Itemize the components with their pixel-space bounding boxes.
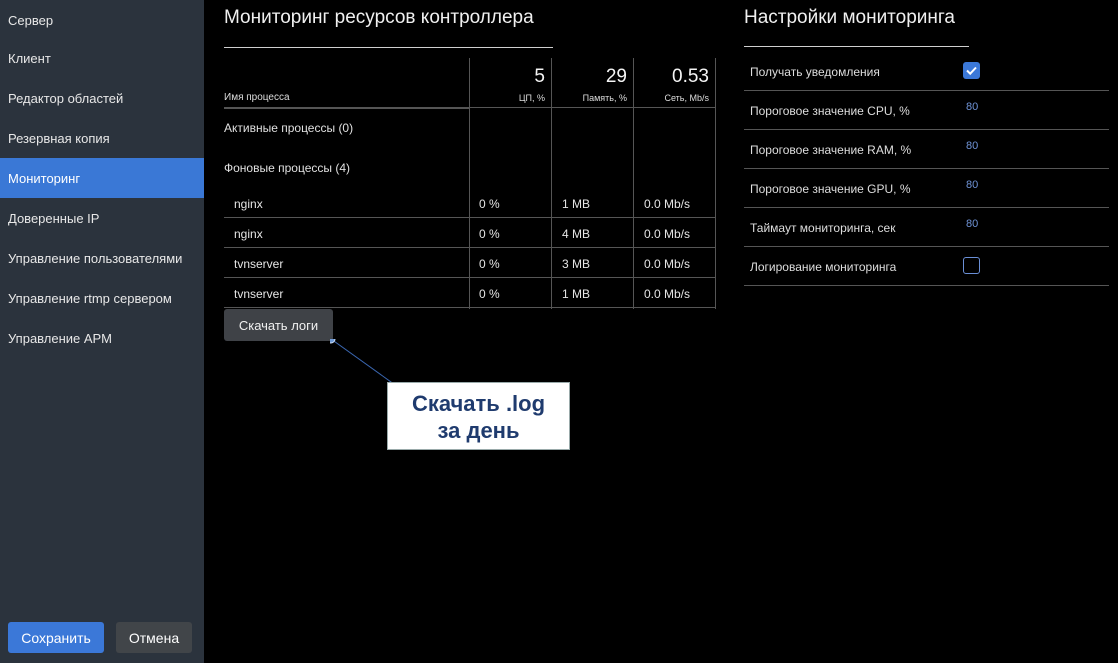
check-icon: [966, 66, 977, 76]
table-row: nginx 0 % 1 MB 0.0 Mb/s: [224, 188, 716, 218]
header-divider: [224, 108, 469, 109]
cancel-button[interactable]: Отмена: [116, 622, 192, 653]
save-button[interactable]: Сохранить: [8, 622, 104, 653]
memory-unit-label: Память, %: [582, 93, 627, 103]
header-network: 0.53 Сеть, Mb/s: [633, 58, 715, 107]
setting-ram-threshold: Пороговое значение RAM, % 80: [744, 130, 1109, 169]
process-memory: 4 MB: [562, 227, 591, 241]
process-table: Имя процесса 5 ЦП, % 29 Память, % 0.53 С…: [224, 58, 716, 309]
process-network: 0.0 Mb/s: [644, 197, 691, 211]
process-cpu: 0 %: [479, 227, 500, 241]
ram-threshold-input[interactable]: 80: [966, 140, 978, 152]
setting-label: Получать уведомления: [750, 65, 880, 79]
gpu-threshold-input[interactable]: 80: [966, 179, 978, 191]
sidebar-item-label: Редактор областей: [8, 90, 124, 106]
callout-box: Скачать .log за день: [387, 382, 570, 450]
sidebar-item-label: Управление пользователями: [8, 250, 183, 266]
table-row: tvnserver 0 % 1 MB 0.0 Mb/s: [224, 278, 716, 308]
setting-label: Логирование мониторинга: [750, 260, 897, 274]
setting-notifications: Получать уведомления: [744, 52, 1109, 91]
sidebar-item-client[interactable]: Клиент: [0, 38, 204, 78]
process-memory: 3 MB: [562, 257, 591, 271]
setting-label: Пороговое значение GPU, %: [750, 182, 911, 196]
settings-title: Настройки мониторинга: [744, 7, 955, 28]
setting-gpu-threshold: Пороговое значение GPU, % 80: [744, 169, 1109, 208]
sidebar: Сервер Клиент Редактор областей Резервна…: [0, 0, 204, 663]
sidebar-item-area-editor[interactable]: Редактор областей: [0, 78, 204, 118]
setting-label: Таймаут мониторинга, сек: [750, 221, 896, 235]
process-name: nginx: [234, 227, 263, 241]
table-header: Имя процесса 5 ЦП, % 29 Память, % 0.53 С…: [224, 58, 716, 108]
sidebar-item-monitoring[interactable]: Мониторинг: [0, 158, 204, 198]
sidebar-item-label: Мониторинг: [8, 170, 81, 186]
header-process-name: Имя процесса: [224, 92, 290, 103]
notifications-checkbox[interactable]: [963, 62, 980, 79]
sidebar-item-label: Резервная копия: [8, 130, 110, 146]
header-cpu: 5 ЦП, %: [469, 58, 551, 107]
sidebar-item-rtmp[interactable]: Управление rtmp сервером: [0, 278, 204, 318]
process-name: tvnserver: [234, 257, 284, 271]
sidebar-item-label: Доверенные IP: [8, 210, 100, 226]
sidebar-item-trusted-ip[interactable]: Доверенные IP: [0, 198, 204, 238]
memory-total-value: 29: [605, 66, 627, 87]
sidebar-item-server[interactable]: Сервер: [0, 0, 204, 40]
network-total-value: 0.53: [672, 66, 709, 87]
process-memory: 1 MB: [562, 197, 591, 211]
process-network: 0.0 Mb/s: [644, 287, 691, 301]
monitoring-title-divider: [224, 47, 553, 48]
network-unit-label: Сеть, Mb/s: [664, 93, 709, 103]
sidebar-item-label: Управление rtmp сервером: [8, 290, 172, 306]
sidebar-item-label: Управление АРМ: [8, 330, 112, 346]
process-cpu: 0 %: [479, 197, 500, 211]
process-network: 0.0 Mb/s: [644, 257, 691, 271]
monitoring-title: Мониторинг ресурсов контроллера: [224, 7, 534, 28]
background-processes-group: Фоновые процессы (4): [224, 161, 350, 175]
logging-checkbox[interactable]: [963, 257, 980, 274]
callout-line-1: Скачать .log: [411, 391, 546, 416]
cpu-unit-label: ЦП, %: [518, 93, 545, 103]
setting-label: Пороговое значение RAM, %: [750, 143, 912, 157]
process-cpu: 0 %: [479, 287, 500, 301]
callout-line-2: за день: [437, 418, 520, 443]
sidebar-item-users[interactable]: Управление пользователями: [0, 238, 204, 278]
table-row: tvnserver 0 % 3 MB 0.0 Mb/s: [224, 248, 716, 278]
sidebar-item-backup[interactable]: Резервная копия: [0, 118, 204, 158]
process-network: 0.0 Mb/s: [644, 227, 691, 241]
cpu-threshold-input[interactable]: 80: [966, 101, 978, 113]
process-cpu: 0 %: [479, 257, 500, 271]
setting-monitoring-logging: Логирование мониторинга: [744, 247, 1109, 286]
active-processes-group: Активные процессы (0): [224, 121, 354, 135]
process-name: nginx: [234, 197, 263, 211]
process-name: tvnserver: [234, 287, 284, 301]
setting-cpu-threshold: Пороговое значение CPU, % 80: [744, 91, 1109, 130]
setting-monitoring-timeout: Таймаут мониторинга, сек 80: [744, 208, 1109, 247]
header-memory: 29 Память, %: [551, 58, 633, 107]
process-memory: 1 MB: [562, 287, 591, 301]
download-logs-button[interactable]: Скачать логи: [224, 309, 333, 341]
cpu-total-value: 5: [534, 66, 545, 87]
sidebar-item-arm[interactable]: Управление АРМ: [0, 318, 204, 358]
sidebar-item-label: Клиент: [8, 50, 51, 66]
table-row: nginx 0 % 4 MB 0.0 Mb/s: [224, 218, 716, 248]
monitoring-timeout-input[interactable]: 80: [966, 218, 978, 230]
settings-title-divider: [744, 46, 969, 47]
sidebar-item-label: Сервер: [8, 12, 54, 28]
setting-label: Пороговое значение CPU, %: [750, 104, 910, 118]
